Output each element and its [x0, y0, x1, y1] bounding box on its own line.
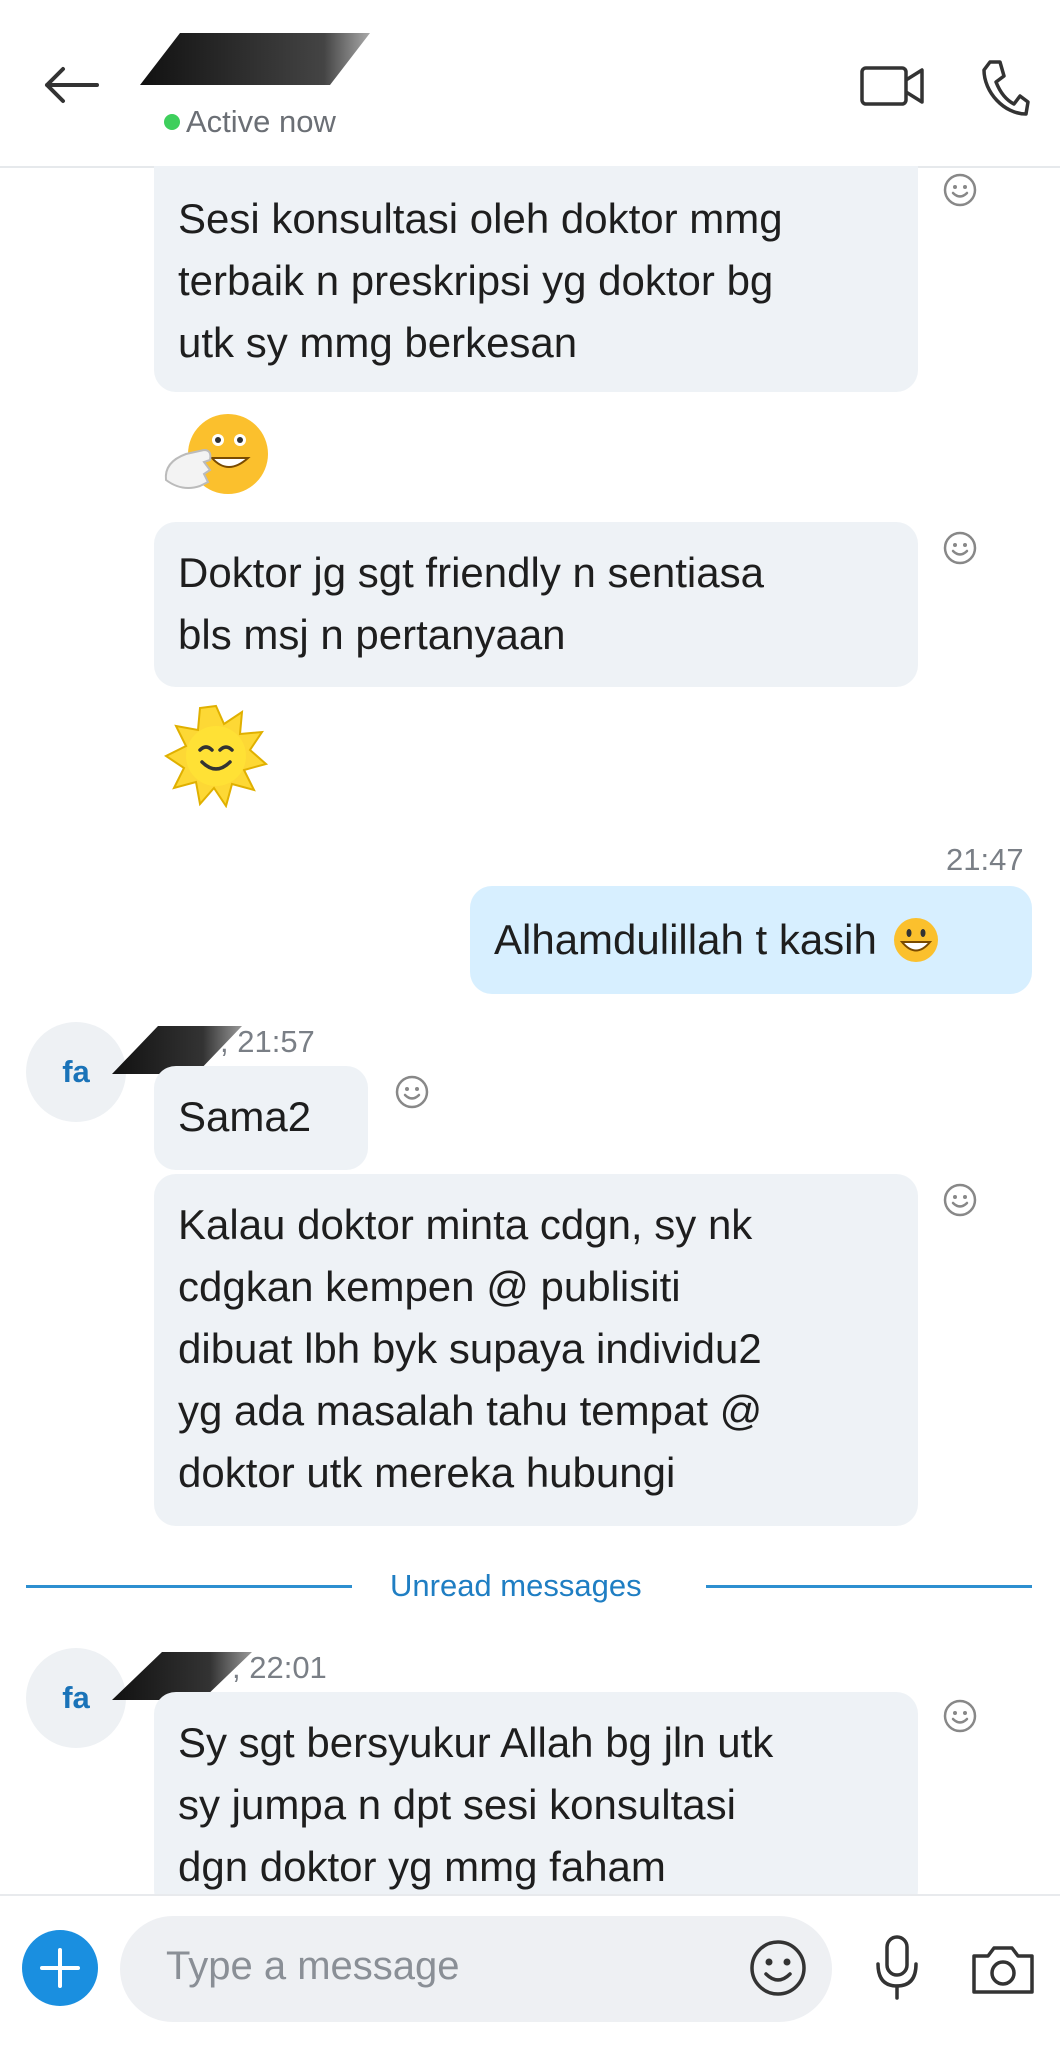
smiley-outline-icon[interactable] — [942, 1182, 978, 1218]
camera-button[interactable] — [970, 1942, 1036, 1996]
received-message-bubble[interactable]: Sama2 — [154, 1066, 368, 1170]
unread-divider-left — [26, 1585, 352, 1588]
microphone-icon — [876, 1935, 918, 2000]
received-message-bubble[interactable]: Sy sgt bersyukur Allah bg jln utk sy jum… — [154, 1692, 918, 1912]
message-text: cdgkan kempen @ publisiti — [178, 1263, 681, 1310]
message-text: Sama2 — [178, 1093, 312, 1140]
add-attachment-button[interactable] — [22, 1930, 98, 2006]
message-text: Sesi konsultasi oleh doktor mmg — [178, 195, 783, 242]
message-timestamp: , 21:57 — [220, 1024, 315, 1059]
unread-divider-right — [706, 1585, 1032, 1588]
smiley-outline-icon[interactable] — [942, 1698, 978, 1734]
received-message-bubble[interactable]: Doktor jg sgt friendly n sentiasa bls ms… — [154, 522, 918, 687]
message-timestamp: , 22:01 — [232, 1650, 327, 1685]
grinning-thumbs-up-emoji — [164, 414, 268, 494]
smiley-outline-icon[interactable] — [942, 530, 978, 566]
smiley-outline-icon[interactable] — [394, 1074, 430, 1110]
unread-divider-label: Unread messages — [390, 1568, 642, 1603]
avatar[interactable]: fa — [26, 1022, 126, 1122]
smiley-icon — [750, 1940, 806, 1996]
sent-message-bubble[interactable]: Alhamdulillah t kasih — [470, 886, 1032, 994]
presence-status: Active now — [164, 104, 336, 140]
emoji-button[interactable] — [748, 1938, 808, 1998]
redacted-contact-name — [140, 33, 370, 85]
video-call-button[interactable] — [860, 62, 926, 110]
chat-header: Active now — [0, 0, 1060, 168]
message-text: Sy sgt bersyukur Allah bg jln utk — [178, 1719, 774, 1766]
message-timestamp: 21:47 — [946, 842, 1024, 877]
arrow-left-icon — [45, 67, 99, 103]
message-text: utk sy mmg berkesan — [178, 319, 578, 366]
message-text: Kalau doktor minta cdgn, sy nk — [178, 1201, 753, 1248]
message-text: dgn doktor yg mmg faham — [178, 1843, 666, 1890]
smiley-outline-icon[interactable] — [942, 172, 978, 208]
message-text: doktor utk mereka hubungi — [178, 1449, 676, 1496]
message-text: yg ada masalah tahu tempat @ — [178, 1387, 763, 1434]
message-text: terbaik n preskripsi yg doktor bg — [178, 257, 774, 304]
presence-text: Active now — [186, 104, 336, 139]
back-button[interactable] — [36, 55, 106, 115]
voice-call-button[interactable] — [980, 58, 1030, 118]
message-text: bls msj n pertanyaan — [178, 611, 566, 658]
sun-emoji — [164, 704, 268, 808]
received-message-bubble[interactable]: Kalau doktor minta cdgn, sy nk cdgkan ke… — [154, 1174, 918, 1526]
voice-message-button[interactable] — [872, 1934, 922, 2002]
plus-icon — [40, 1948, 80, 1988]
video-camera-icon — [860, 66, 924, 106]
message-text: Alhamdulillah t kasih — [494, 916, 877, 963]
message-text: Doktor jg sgt friendly n sentiasa — [178, 549, 764, 596]
camera-icon — [972, 1946, 1034, 1994]
grinning-face-emoji — [893, 918, 938, 962]
message-text: sy jumpa n dpt sesi konsultasi — [178, 1781, 736, 1828]
message-input-placeholder: Type a message — [166, 1944, 460, 1988]
avatar[interactable]: fa — [26, 1648, 126, 1748]
message-text: dibuat lbh byk supaya individu2 — [178, 1325, 762, 1372]
phone-icon — [982, 60, 1030, 116]
online-dot — [164, 114, 180, 130]
received-message-bubble[interactable]: Sesi konsultasi oleh doktor mmg terbaik … — [154, 166, 918, 392]
